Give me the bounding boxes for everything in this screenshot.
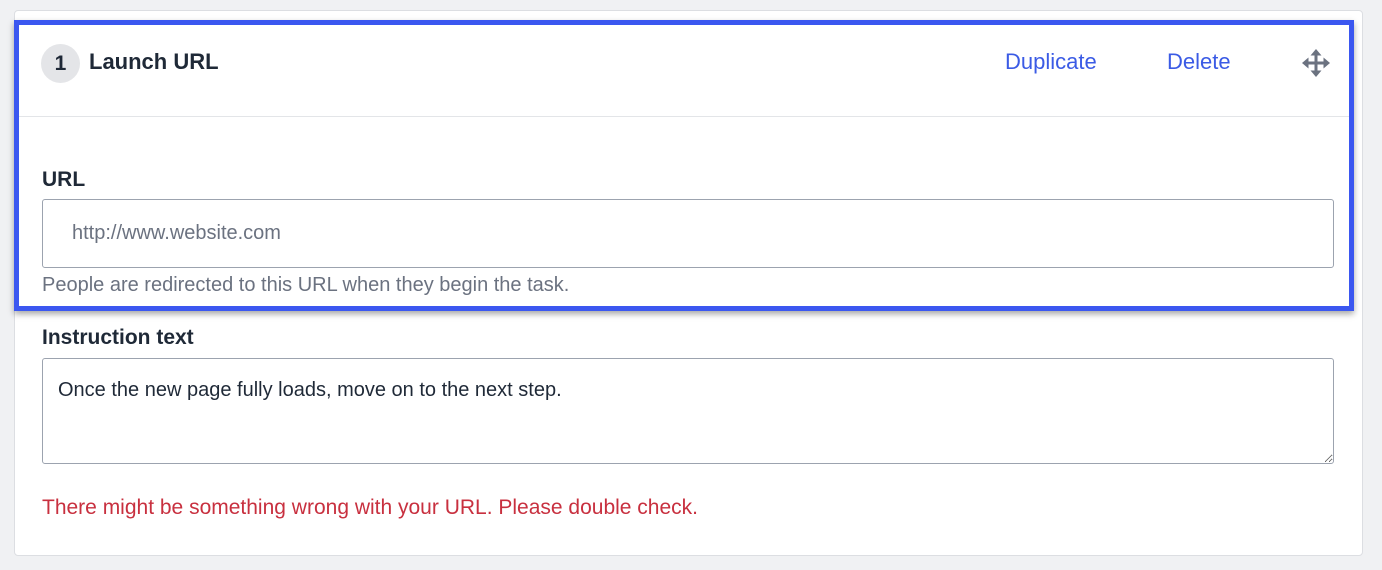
move-icon[interactable] [1302, 49, 1330, 77]
url-input[interactable] [42, 199, 1334, 268]
url-error-message: There might be something wrong with your… [42, 496, 699, 519]
step-header: 1 Launch URL Duplicate Delete [19, 25, 1349, 117]
url-hint: People are redirected to this URL when t… [42, 274, 570, 296]
step-title: Launch URL [89, 49, 219, 74]
url-label: URL [42, 168, 86, 191]
step-number-badge: 1 [41, 44, 80, 83]
delete-button[interactable]: Delete [1167, 49, 1231, 75]
instruction-label: Instruction text [42, 326, 194, 349]
instruction-textarea[interactable]: Once the new page fully loads, move on t… [42, 358, 1334, 464]
duplicate-button[interactable]: Duplicate [1005, 49, 1097, 75]
